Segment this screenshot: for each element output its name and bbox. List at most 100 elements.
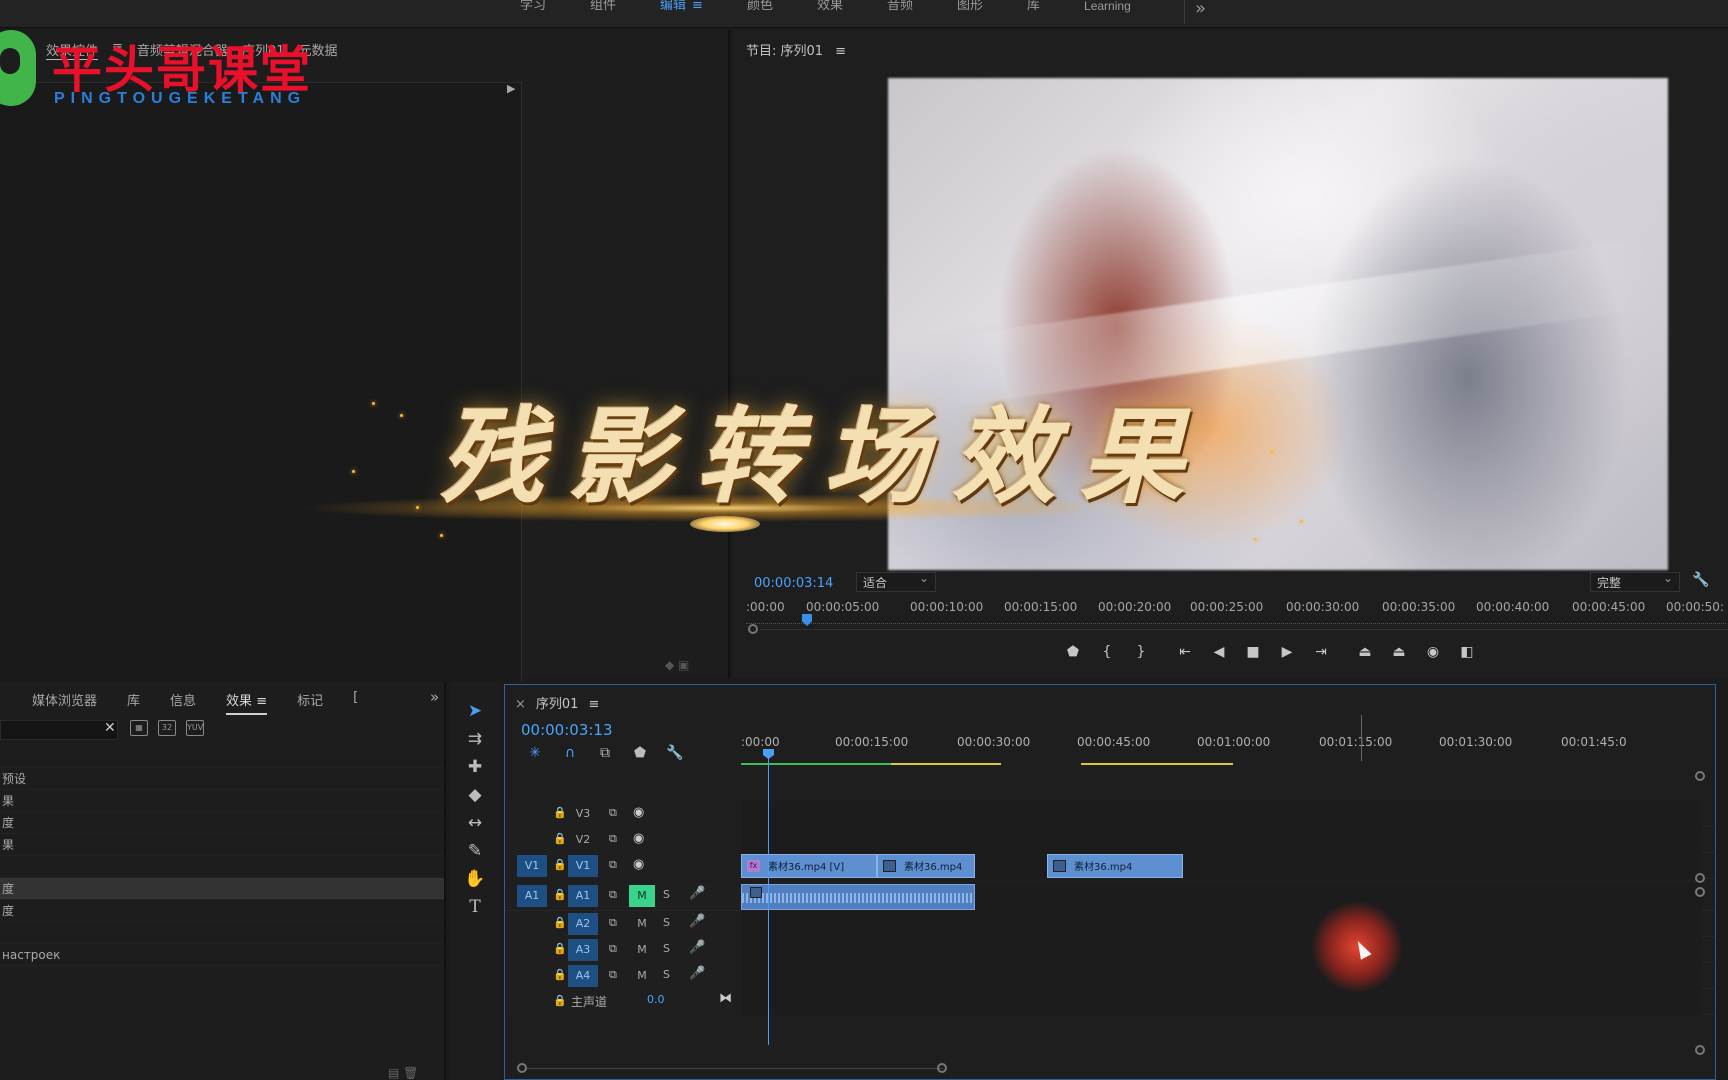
lock-icon[interactable]: 🔒 [553,916,567,929]
eye-icon[interactable]: ◉ [633,831,644,846]
workspace-tab-learn[interactable]: 学习 [520,0,546,12]
track-lane[interactable] [741,963,1701,989]
lock-icon[interactable]: 🔒 [553,858,567,871]
scroll-knob[interactable] [1695,873,1705,883]
video-clip[interactable]: 素材36.mp4 [877,854,975,878]
list-item[interactable]: 度 [0,878,444,900]
go-to-in-icon[interactable]: ⇤ [1168,644,1202,660]
solo-button[interactable]: S [663,916,670,929]
program-monitor-title[interactable]: 节目: 序列01 ≡ [746,40,846,59]
list-item[interactable] [0,746,444,768]
track-name[interactable]: A1 [568,885,598,907]
tab-libraries[interactable]: 库 [127,690,140,715]
lock-icon[interactable]: 🔒 [553,968,567,981]
workspace-tab-audio[interactable]: 音频 [887,0,913,12]
lock-icon[interactable]: 🔒 [553,994,567,1007]
timeline-menu-icon[interactable]: ≡ [588,697,599,712]
eye-icon[interactable]: ◉ [633,857,644,872]
master-volume-value[interactable]: 0.0 [647,993,665,1006]
eye-icon[interactable]: ◉ [633,805,644,820]
list-item[interactable]: 果 [0,790,444,812]
track-name[interactable]: A3 [568,939,598,961]
panel-more-icon[interactable]: » [430,688,439,706]
track-name[interactable]: V2 [568,829,598,851]
track-lane[interactable] [741,827,1701,853]
workspace-tab-assembly[interactable]: 组件 [590,0,616,12]
solo-button[interactable]: S [663,942,670,955]
sync-lock-icon[interactable]: ⧉ [609,858,617,872]
collapse-arrow-icon[interactable]: ▶ [507,82,515,95]
mark-in-icon[interactable]: { [1090,644,1124,660]
program-zoom-scrollbar[interactable] [748,624,1728,634]
razor-tool-icon[interactable]: ◆ [462,782,488,808]
tab-history[interactable]: [ [353,690,358,715]
timeline-settings-icon[interactable]: 🔧 [665,745,685,761]
mic-icon[interactable]: 🎤 [689,966,705,981]
program-timecode[interactable]: 00:00:03:14 [754,576,833,591]
lock-icon[interactable]: 🔒 [553,806,567,819]
comparison-view-icon[interactable]: ◧ [1450,644,1484,660]
sync-lock-icon[interactable]: ⧉ [609,942,617,956]
workspace-tab-color[interactable]: 颜色 [747,0,773,12]
accelerated-effects-icon[interactable]: ▦ [130,720,148,736]
go-to-out-icon[interactable]: ⇥ [1304,644,1338,660]
lock-icon[interactable]: 🔒 [553,832,567,845]
go-to-end-icon[interactable]: ⧓ [719,991,732,1006]
video-clip[interactable]: fx 素材36.mp4 [V] [741,854,877,878]
list-item[interactable] [0,856,444,878]
ripple-edit-tool-icon[interactable]: ✚ [462,754,488,780]
sync-lock-icon[interactable]: ⧉ [609,888,617,902]
scroll-knob[interactable] [517,1063,527,1073]
workspace-menu-icon[interactable]: ≡ [692,0,703,13]
list-item[interactable]: 预设 [0,768,444,790]
workspace-tab-learning[interactable]: Learning [1084,0,1131,12]
track-name[interactable]: A2 [568,913,598,935]
sync-lock-icon[interactable]: ⧉ [609,968,617,982]
solo-button[interactable]: S [663,968,670,981]
track-lane[interactable] [741,801,1701,827]
hand-tool-icon[interactable]: ✋ [462,866,488,892]
workspace-tab-libraries[interactable]: 库 [1027,0,1040,12]
tab-info[interactable]: 信息 [170,690,196,715]
track-select-tool-icon[interactable]: ⇉ [462,726,488,752]
effects-search-input[interactable] [0,720,118,740]
tab-media-browser[interactable]: 媒体浏览器 [32,690,97,715]
scroll-knob[interactable] [1695,771,1705,781]
extract-icon[interactable]: ⏏ [1382,644,1416,660]
add-marker-icon[interactable]: ⬟ [630,745,650,761]
lift-icon[interactable]: ⏏ [1348,644,1382,660]
lock-icon[interactable]: 🔒 [553,888,567,901]
track-name[interactable]: A4 [568,965,598,987]
slip-tool-icon[interactable]: ↔ [462,810,488,836]
audio-clip[interactable] [741,884,975,910]
track-lane[interactable] [741,911,1701,937]
type-tool-icon[interactable]: T [462,894,488,920]
sync-lock-icon[interactable]: ⧉ [609,832,617,846]
source-patch-v1[interactable]: V1 [517,855,547,877]
mute-button[interactable]: M [629,885,655,907]
zoom-fit-dropdown[interactable]: 适合 [856,571,936,592]
workspace-more-icon[interactable]: » [1195,0,1206,19]
pen-tool-icon[interactable]: ✎ [462,838,488,864]
step-forward-icon[interactable]: ▶ [1270,644,1304,660]
solo-button[interactable]: S [663,888,670,901]
timeline-tab[interactable]: × 序列01 ≡ [515,693,599,712]
scroll-knob[interactable] [748,624,758,634]
timeline-time-ruler[interactable]: :00:00 00:00:15:00 00:00:30:00 00:00:45:… [741,729,1707,765]
playback-resolution-dropdown[interactable]: 完整 [1590,571,1680,592]
track-lane[interactable] [741,883,1701,911]
scroll-knob[interactable] [1695,887,1705,897]
list-item[interactable]: настроек [0,944,444,966]
settings-wrench-icon[interactable]: 🔧 [1692,572,1709,588]
mic-icon[interactable]: 🎤 [689,940,705,955]
video-clip[interactable]: 素材36.mp4 [1047,854,1183,878]
workspace-tab-editing[interactable]: 编辑 ≡ [660,0,703,12]
nest-toggle-icon[interactable]: ✳ [525,745,545,761]
track-lane[interactable]: fx 素材36.mp4 [V] 素材36.mp4 素材36.mp4 [741,853,1701,879]
step-back-icon[interactable]: ◀ [1202,644,1236,660]
track-name[interactable]: V3 [568,803,598,825]
clear-search-icon[interactable]: ✕ [104,720,116,736]
track-lane[interactable] [741,989,1701,1015]
mute-button[interactable]: M [629,939,655,961]
list-item[interactable]: 果 [0,834,444,856]
